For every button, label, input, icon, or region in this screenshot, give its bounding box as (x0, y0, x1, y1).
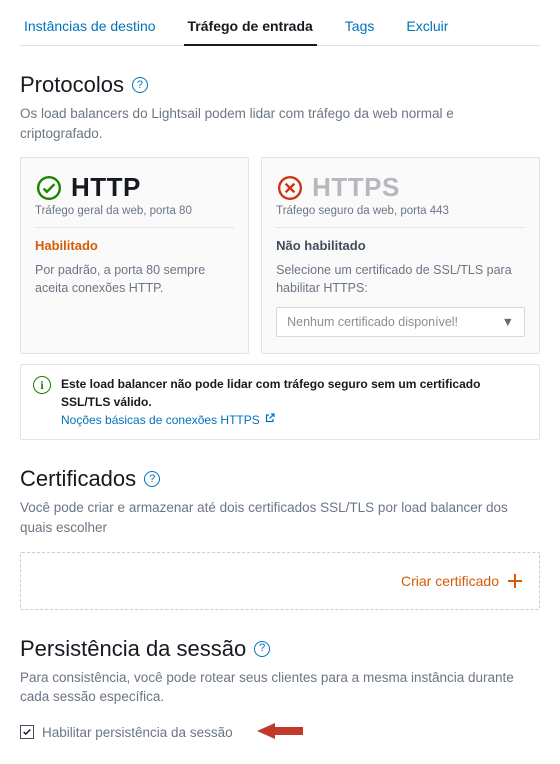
https-subtext: Tráfego seguro da web, porta 443 (276, 205, 525, 217)
https-body: Selecione um certificado de SSL/TLS para… (276, 261, 525, 297)
info-link-text: Noções básicas de conexões HTTPS (61, 411, 260, 429)
https-status: Não habilitado (276, 238, 525, 253)
tabs-bar: Instâncias de destino Tráfego de entrada… (20, 0, 540, 46)
session-checkbox[interactable] (20, 725, 34, 739)
divider (35, 227, 234, 228)
protocols-heading: Protocolos ? (20, 72, 540, 98)
session-desc: Para consistência, você pode rotear seus… (20, 668, 540, 707)
tab-inbound-traffic[interactable]: Tráfego de entrada (184, 10, 317, 46)
protocols-title-text: Protocolos (20, 72, 124, 98)
https-card: HTTPS Tráfego seguro da web, porta 443 N… (261, 157, 540, 354)
caret-down-icon: ▼ (502, 315, 514, 329)
divider (276, 227, 525, 228)
external-link-icon (264, 412, 276, 430)
protocols-desc: Os load balancers do Lightsail podem lid… (20, 104, 540, 143)
annotation-arrow-icon (257, 721, 303, 744)
tab-tags[interactable]: Tags (341, 10, 379, 45)
tab-target-instances[interactable]: Instâncias de destino (20, 10, 160, 45)
session-title-text: Persistência da sessão (20, 636, 246, 662)
http-body: Por padrão, a porta 80 sempre aceita con… (35, 261, 234, 297)
check-circle-icon (35, 174, 63, 202)
http-status: Habilitado (35, 238, 234, 253)
info-icon: i (33, 376, 51, 394)
certs-heading: Certificados ? (20, 466, 540, 492)
tab-delete[interactable]: Excluir (402, 10, 452, 45)
https-protocol-name: HTTPS (312, 172, 400, 203)
info-strong-text: Este load balancer não pode lidar com tr… (61, 377, 480, 409)
session-checkbox-label: Habilitar persistência da sessão (42, 725, 233, 740)
http-card: HTTP Tráfego geral da web, porta 80 Habi… (20, 157, 249, 354)
protocol-cards: HTTP Tráfego geral da web, porta 80 Habi… (20, 157, 540, 354)
x-circle-icon (276, 174, 304, 202)
help-icon[interactable]: ? (132, 77, 148, 93)
cert-select-value: Nenhum certificado disponível! (287, 315, 458, 329)
session-heading: Persistência da sessão ? (20, 636, 540, 662)
http-protocol-name: HTTP (71, 172, 141, 203)
info-banner: i Este load balancer não pode lidar com … (20, 364, 540, 440)
create-cert-box: Criar certificado (20, 552, 540, 610)
certs-desc: Você pode criar e armazenar até dois cer… (20, 498, 540, 537)
create-cert-text: Criar certificado (401, 573, 499, 589)
https-basics-link[interactable]: Noções básicas de conexões HTTPS (61, 411, 276, 429)
cert-select[interactable]: Nenhum certificado disponível! ▼ (276, 307, 525, 337)
certs-title-text: Certificados (20, 466, 136, 492)
plus-icon (507, 573, 523, 589)
create-cert-link[interactable]: Criar certificado (401, 573, 523, 589)
session-checkbox-row: Habilitar persistência da sessão (20, 721, 540, 744)
help-icon[interactable]: ? (254, 641, 270, 657)
http-subtext: Tráfego geral da web, porta 80 (35, 205, 234, 217)
help-icon[interactable]: ? (144, 471, 160, 487)
